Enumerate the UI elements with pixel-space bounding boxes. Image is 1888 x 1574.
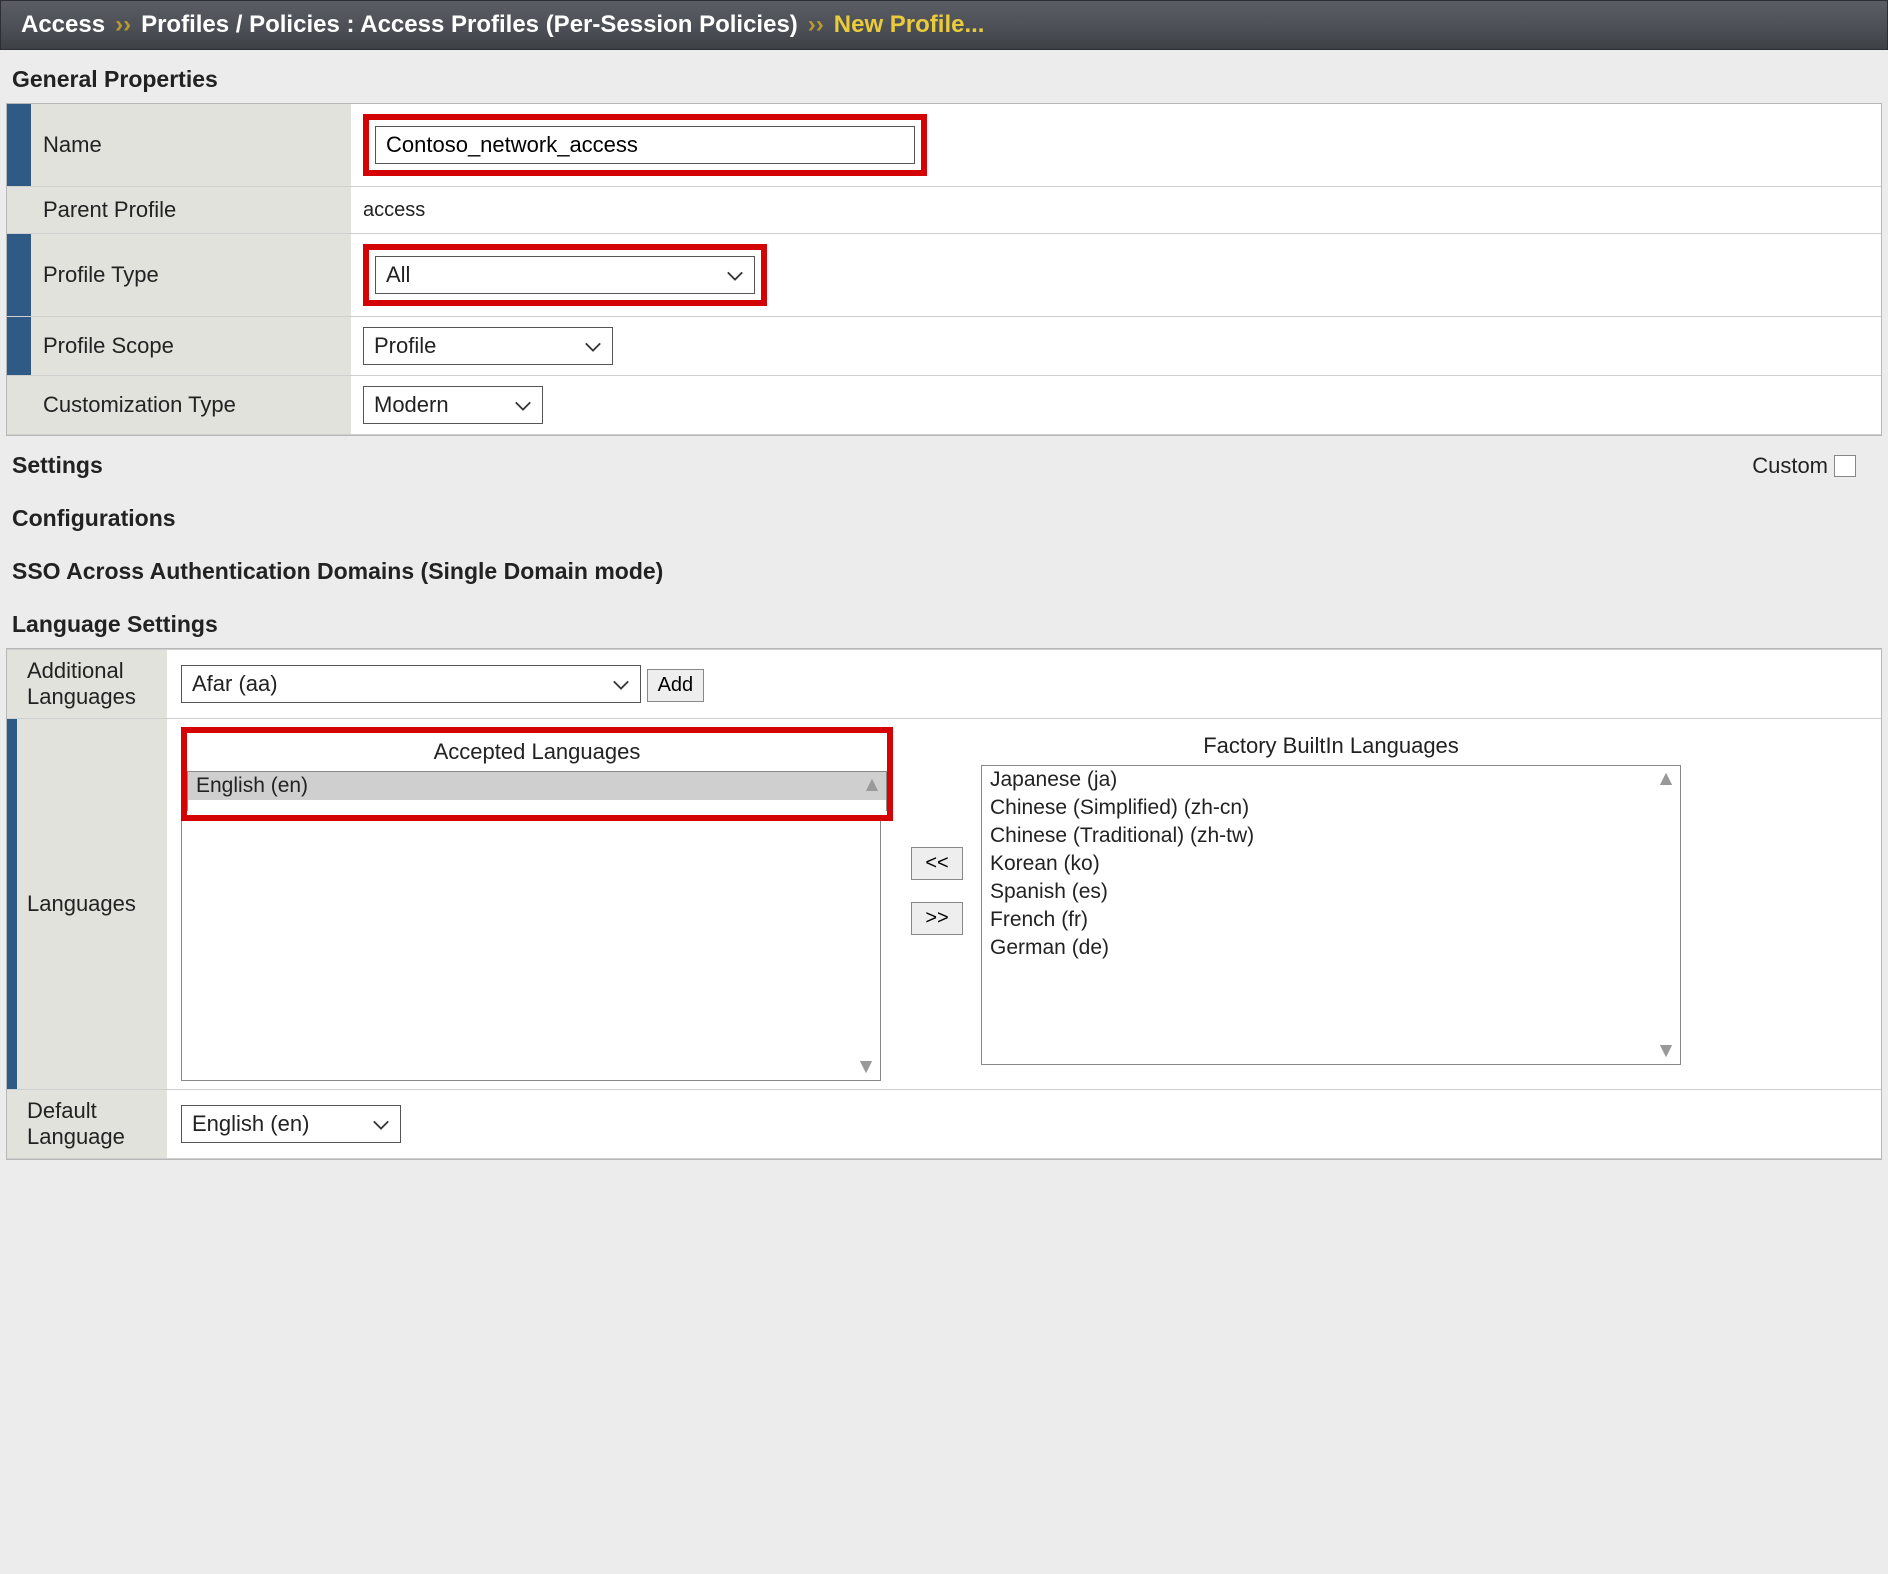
- custom-checkbox[interactable]: [1834, 455, 1856, 477]
- row-indicator: [7, 719, 17, 1090]
- profile-scope-value: Profile: [374, 333, 436, 359]
- label-languages: Languages: [17, 719, 167, 1090]
- section-configurations: Configurations: [0, 489, 1888, 542]
- chevron-down-icon: [726, 262, 744, 288]
- value-parent-profile: access: [351, 187, 1881, 234]
- profile-scope-select[interactable]: Profile: [363, 327, 613, 365]
- list-item[interactable]: Chinese (Simplified) (zh-cn): [982, 794, 1680, 822]
- list-item[interactable]: French (fr): [982, 906, 1680, 934]
- highlight-profile-type: All: [363, 244, 767, 306]
- default-language-select[interactable]: English (en): [181, 1105, 401, 1143]
- chevron-down-icon: [612, 671, 630, 697]
- breadcrumb-profiles[interactable]: Profiles / Policies : Access Profiles (P…: [141, 11, 798, 39]
- additional-languages-value: Afar (aa): [192, 671, 278, 697]
- label-parent-profile: Parent Profile: [31, 187, 351, 234]
- label-profile-type: Profile Type: [31, 234, 351, 317]
- section-settings: Settings Custom: [0, 436, 1888, 489]
- label-additional-languages: Additional Languages: [17, 650, 167, 719]
- list-item[interactable]: Korean (ko): [982, 850, 1680, 878]
- row-indicator: [7, 234, 31, 317]
- breadcrumb-sep-2: ››: [808, 11, 824, 39]
- list-item[interactable]: Japanese (ja): [982, 766, 1680, 794]
- general-properties-panel: Name Parent Profile access Profile Type: [6, 103, 1882, 436]
- section-settings-label: Settings: [12, 452, 103, 479]
- breadcrumb-new-profile: New Profile...: [834, 11, 985, 39]
- accepted-languages-listbox[interactable]: English (en) ▲: [187, 771, 887, 811]
- label-name: Name: [31, 104, 351, 187]
- row-indicator: [7, 317, 31, 376]
- languages-dual-list: Accepted Languages English (en) ▲ ▼: [181, 727, 1867, 1081]
- highlight-accepted-languages: Accepted Languages English (en) ▲: [181, 727, 893, 821]
- row-indicator: [7, 104, 31, 187]
- breadcrumb: Access ›› Profiles / Policies : Access P…: [0, 0, 1888, 50]
- move-right-button[interactable]: >>: [911, 902, 963, 935]
- profile-type-value: All: [386, 262, 410, 288]
- chevron-down-icon: [514, 392, 532, 418]
- row-indicator: [7, 376, 31, 435]
- accepted-languages-title: Accepted Languages: [187, 733, 887, 771]
- list-item[interactable]: Spanish (es): [982, 878, 1680, 906]
- highlight-name: [363, 114, 927, 176]
- accepted-languages-listbox-body[interactable]: ▼: [181, 821, 881, 1081]
- breadcrumb-sep-1: ››: [115, 11, 131, 39]
- label-profile-scope: Profile Scope: [31, 317, 351, 376]
- list-item[interactable]: German (de): [982, 934, 1680, 962]
- list-item[interactable]: Chinese (Traditional) (zh-tw): [982, 822, 1680, 850]
- builtin-languages-title: Factory BuiltIn Languages: [981, 727, 1681, 765]
- label-customization-type: Customization Type: [31, 376, 351, 435]
- chevron-down-icon: [584, 333, 602, 359]
- scroll-up-icon[interactable]: ▲: [860, 774, 884, 796]
- profile-type-select[interactable]: All: [375, 256, 755, 294]
- scroll-up-icon[interactable]: ▲: [1654, 768, 1678, 790]
- language-settings-panel: Additional Languages Afar (aa) Add Langu…: [6, 648, 1882, 1160]
- builtin-languages-listbox[interactable]: Japanese (ja) Chinese (Simplified) (zh-c…: [981, 765, 1681, 1065]
- default-language-value: English (en): [192, 1111, 309, 1137]
- add-language-button[interactable]: Add: [647, 669, 705, 702]
- section-language-settings: Language Settings: [0, 595, 1888, 648]
- label-default-language: Default Language: [17, 1090, 167, 1159]
- row-indicator: [7, 187, 31, 234]
- breadcrumb-access[interactable]: Access: [21, 11, 105, 39]
- customization-type-value: Modern: [374, 392, 449, 418]
- chevron-down-icon: [372, 1111, 390, 1137]
- section-general-properties: General Properties: [0, 50, 1888, 103]
- name-input[interactable]: [375, 126, 915, 164]
- customization-type-select[interactable]: Modern: [363, 386, 543, 424]
- additional-languages-select[interactable]: Afar (aa): [181, 665, 641, 703]
- section-sso: SSO Across Authentication Domains (Singl…: [0, 542, 1888, 595]
- row-indicator: [7, 1090, 17, 1159]
- list-item[interactable]: English (en): [188, 772, 886, 800]
- scroll-down-icon[interactable]: ▼: [854, 1056, 878, 1078]
- scroll-down-icon[interactable]: ▼: [1654, 1040, 1678, 1062]
- move-left-button[interactable]: <<: [911, 847, 963, 880]
- custom-label: Custom: [1752, 453, 1828, 479]
- row-indicator: [7, 650, 17, 719]
